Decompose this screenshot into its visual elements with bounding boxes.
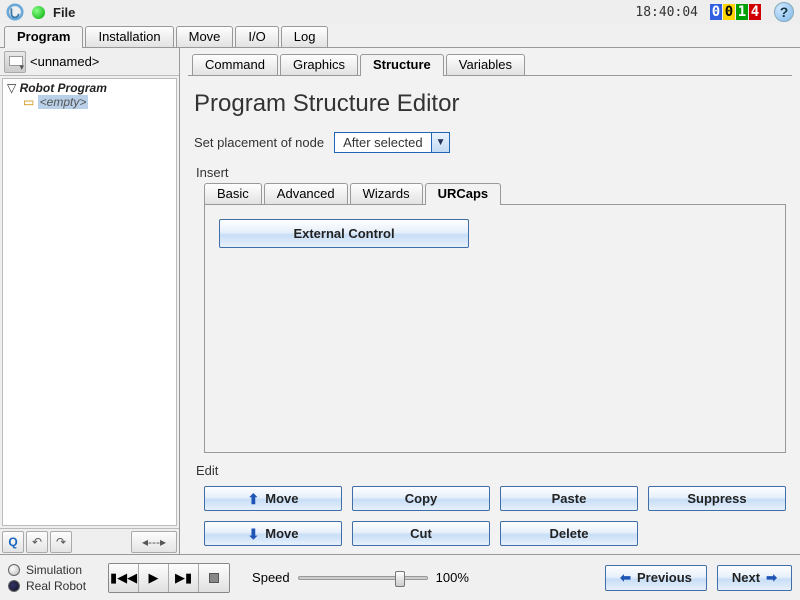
tab-command[interactable]: Command: [192, 54, 278, 75]
tree-root[interactable]: Robot Program: [7, 81, 172, 95]
placement-select[interactable]: After selected ▼: [334, 132, 450, 153]
move-up-button[interactable]: ⬆Move: [204, 486, 342, 511]
radio-icon: [8, 564, 20, 576]
speed-value: 100%: [436, 570, 469, 585]
save-icon[interactable]: [4, 51, 26, 73]
simulation-radio[interactable]: Simulation: [8, 563, 86, 577]
step-arrows-icon[interactable]: ◂---▸: [131, 531, 177, 553]
delete-button[interactable]: Delete: [500, 521, 638, 546]
insert-tab-advanced[interactable]: Advanced: [264, 183, 348, 204]
left-panel: <unnamed> Robot Program <empty> Q ↶ ↷ ◂-…: [0, 48, 180, 554]
help-icon[interactable]: ?: [774, 2, 794, 22]
tree-child-empty[interactable]: <empty>: [23, 95, 172, 109]
tab-log[interactable]: Log: [281, 26, 329, 47]
arrow-right-icon: ➡: [766, 570, 777, 586]
undo-icon[interactable]: ↶: [26, 531, 48, 553]
arrow-up-icon: ⬆: [248, 492, 260, 506]
paste-button[interactable]: Paste: [500, 486, 638, 511]
file-menu[interactable]: File: [53, 5, 75, 20]
speed-label: Speed: [252, 570, 290, 585]
editor-tab-bar: Command Graphics Structure Variables: [188, 52, 792, 76]
cut-button[interactable]: Cut: [352, 521, 490, 546]
skip-button[interactable]: ▶▮: [169, 564, 199, 592]
transport-controls: ▮◀◀ ▶ ▶▮: [108, 563, 230, 593]
status-indicator-icon: [32, 6, 45, 19]
tab-graphics[interactable]: Graphics: [280, 54, 358, 75]
arrow-down-icon: ⬇: [248, 527, 260, 541]
insert-external-control-button[interactable]: External Control: [219, 219, 469, 248]
speed-slider[interactable]: [298, 576, 428, 580]
insert-pane: External Control: [204, 205, 786, 453]
next-button[interactable]: Next➡: [717, 565, 792, 591]
counter-digits: 0014: [710, 4, 762, 20]
file-row: <unnamed>: [0, 48, 179, 76]
insert-section-label: Insert: [196, 165, 786, 180]
insert-tab-bar: Basic Advanced Wizards URCaps: [204, 182, 786, 205]
page-title: Program Structure Editor: [194, 90, 786, 118]
play-button[interactable]: ▶: [139, 564, 169, 592]
copy-button[interactable]: Copy: [352, 486, 490, 511]
previous-button[interactable]: ⬅Previous: [605, 565, 707, 591]
program-tree[interactable]: Robot Program <empty>: [2, 78, 177, 526]
radio-icon: [8, 580, 20, 592]
tab-installation[interactable]: Installation: [85, 26, 173, 47]
stop-icon: [209, 573, 219, 583]
tab-structure[interactable]: Structure: [360, 54, 444, 76]
insert-tab-wizards[interactable]: Wizards: [350, 183, 423, 204]
search-icon[interactable]: Q: [2, 531, 24, 553]
edit-button-grid: ⬆Move Copy Paste Suppress ⬇Move Cut Dele…: [204, 486, 786, 546]
tab-program[interactable]: Program: [4, 26, 83, 48]
clock: 18:40:04: [635, 5, 698, 20]
edit-section-label: Edit: [196, 463, 786, 478]
rewind-button[interactable]: ▮◀◀: [109, 564, 139, 592]
ur-logo-icon: [6, 3, 24, 21]
slider-thumb-icon[interactable]: [395, 571, 405, 587]
editor-panel: Command Graphics Structure Variables Pro…: [180, 48, 800, 554]
main-tab-bar: Program Installation Move I/O Log: [0, 24, 800, 48]
suppress-button[interactable]: Suppress: [648, 486, 786, 511]
move-down-button[interactable]: ⬇Move: [204, 521, 342, 546]
tree-toolbar: Q ↶ ↷ ◂---▸: [0, 528, 179, 554]
placement-label: Set placement of node: [194, 135, 324, 150]
insert-tab-urcaps[interactable]: URCaps: [425, 183, 502, 205]
top-bar: File 18:40:04 0014 ?: [0, 0, 800, 24]
placement-value: After selected: [335, 133, 431, 152]
filename-label: <unnamed>: [30, 54, 99, 69]
tab-move[interactable]: Move: [176, 26, 234, 47]
bottom-bar: Simulation Real Robot ▮◀◀ ▶ ▶▮ Speed 100…: [0, 554, 800, 600]
stop-button[interactable]: [199, 564, 229, 592]
real-robot-radio[interactable]: Real Robot: [8, 579, 86, 593]
run-mode-radio-group: Simulation Real Robot: [8, 563, 86, 593]
chevron-down-icon[interactable]: ▼: [431, 133, 449, 152]
tab-variables[interactable]: Variables: [446, 54, 525, 75]
arrow-left-icon: ⬅: [620, 570, 631, 586]
tab-io[interactable]: I/O: [235, 26, 278, 47]
redo-icon[interactable]: ↷: [50, 531, 72, 553]
insert-tab-basic[interactable]: Basic: [204, 183, 262, 204]
